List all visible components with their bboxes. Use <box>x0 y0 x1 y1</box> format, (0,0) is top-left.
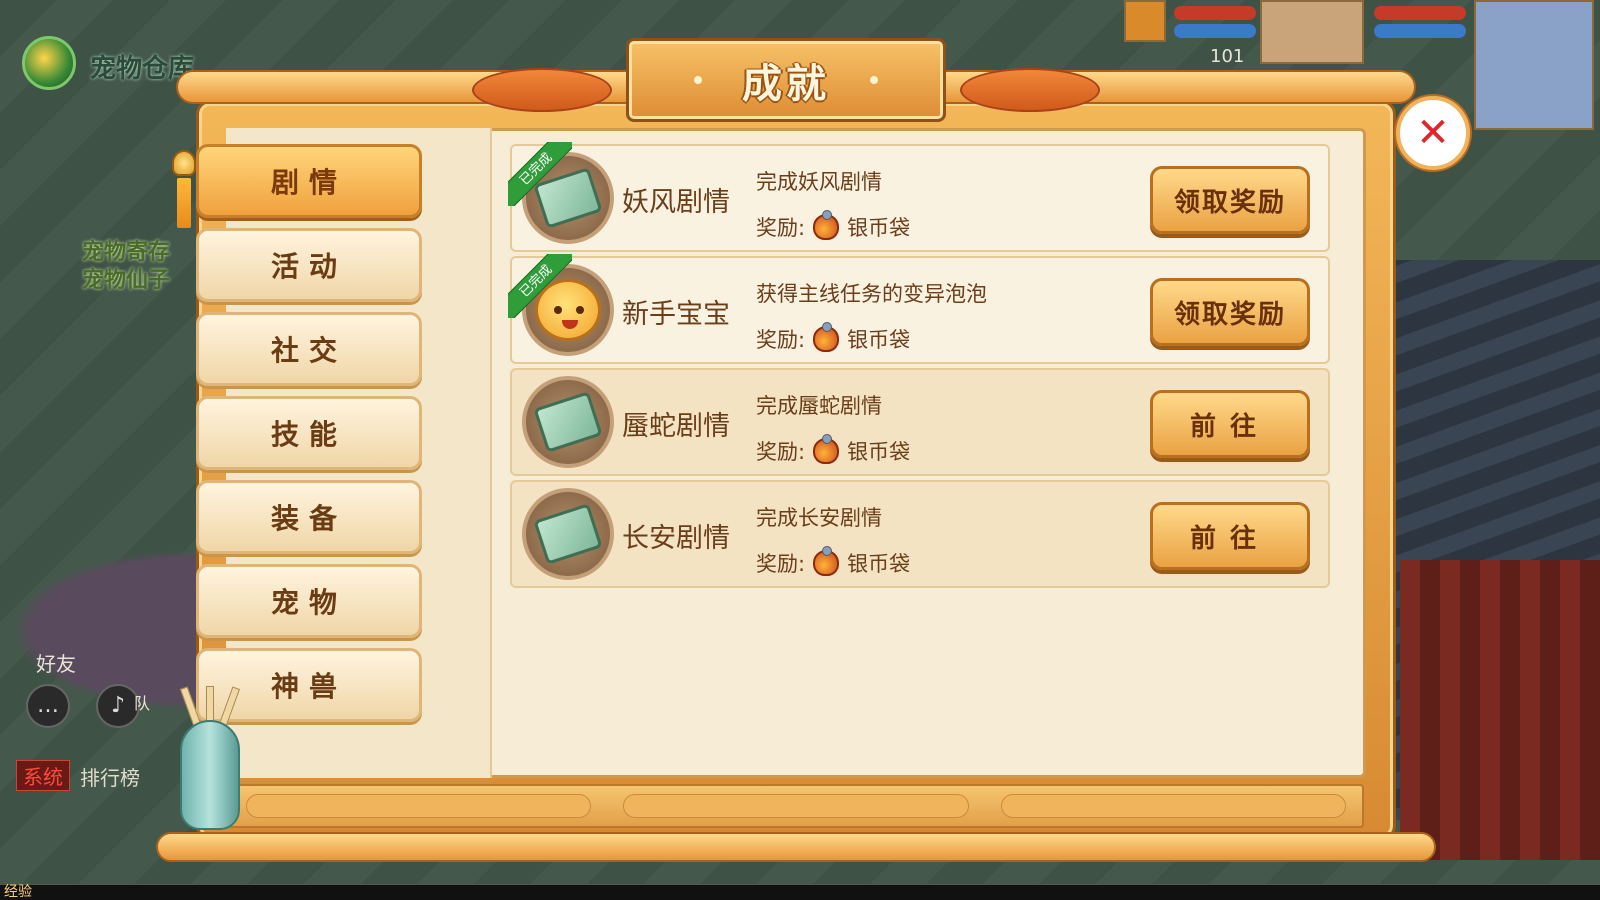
tab-pet[interactable]: 宠物 <box>196 564 422 638</box>
deco-slot <box>246 794 592 818</box>
title-dot <box>870 76 878 84</box>
pet-store-orb-icon[interactable] <box>22 36 76 90</box>
left-ribbon <box>472 68 612 112</box>
achievement-row: 已完成 新手宝宝 获得主线任务的变异泡泡 奖励: 银币袋 领取奖励 <box>508 254 1330 364</box>
go-button[interactable]: 前往 <box>1150 390 1310 458</box>
scroll-icon <box>522 376 614 468</box>
completed-badge: 已完成 <box>508 142 572 206</box>
title-dot <box>694 76 702 84</box>
player-hp-bar <box>1374 6 1466 20</box>
achievement-title: 新手宝宝 <box>622 299 730 330</box>
tab-label: 神兽 <box>270 670 347 703</box>
coin-bag-icon <box>813 210 840 240</box>
rank-label[interactable]: 排行榜 <box>80 762 140 791</box>
reward-item: 银币袋 <box>847 552 911 576</box>
vase-icon <box>180 720 240 830</box>
achievement-reward: 奖励: 银币袋 <box>756 210 911 242</box>
achievement-row: 蜃蛇剧情 完成蜃蛇剧情 奖励: 银币袋 前往 <box>510 368 1330 476</box>
tab-skill[interactable]: 技能 <box>196 396 422 470</box>
achievement-title: 妖风剧情 <box>622 187 730 218</box>
reward-prefix: 奖励: <box>756 440 806 464</box>
chat-bubble-icon[interactable]: … <box>26 684 70 728</box>
right-ribbon <box>960 68 1100 112</box>
reward-item: 银币袋 <box>847 328 911 352</box>
tab-story[interactable]: 剧情 <box>196 144 422 218</box>
tab-label: 社交 <box>270 334 347 367</box>
scene-red-wall <box>1400 560 1600 860</box>
scroll-icon <box>533 391 603 453</box>
team-label: 队 <box>134 694 151 713</box>
coin-bag-icon <box>813 434 840 464</box>
completed-badge-label: 已完成 <box>508 254 572 318</box>
completed-badge: 已完成 <box>508 254 572 318</box>
dialog-title: 成就 <box>742 61 830 107</box>
coin-bag-icon <box>813 546 840 576</box>
achievement-desc: 完成妖风剧情 <box>756 170 882 194</box>
scroll-icon <box>522 488 614 580</box>
scroll-icon <box>533 503 603 565</box>
tab-equipment[interactable]: 装备 <box>196 480 422 554</box>
deco-slot <box>623 794 969 818</box>
pet-mp-bar <box>1174 24 1256 38</box>
friend-label[interactable]: 好友 <box>36 648 76 677</box>
coin-bag-icon <box>813 322 840 352</box>
achievement-reward: 奖励: 银币袋 <box>756 434 911 466</box>
reward-item: 银币袋 <box>847 440 911 464</box>
achievement-desc: 完成长安剧情 <box>756 506 882 530</box>
dialog-bottom-rail <box>156 832 1436 862</box>
go-button[interactable]: 前往 <box>1150 502 1310 570</box>
reward-prefix: 奖励: <box>756 216 806 240</box>
claim-reward-button[interactable]: 领取奖励 <box>1150 278 1310 346</box>
tab-label: 宠物 <box>270 586 347 619</box>
achievement-dialog: 成就 剧情 活动 社交 技能 装备 宠物 神兽 已完成 妖风剧情 完成妖风剧情 … <box>156 38 1470 862</box>
player-portrait[interactable] <box>1474 0 1594 130</box>
tab-label: 技能 <box>270 418 347 451</box>
bell-tassel-icon <box>172 150 196 270</box>
pet-portrait[interactable] <box>1260 0 1364 64</box>
reward-prefix: 奖励: <box>756 328 806 352</box>
exp-label: 经验 <box>4 884 32 900</box>
tassel-cord <box>177 178 191 228</box>
tab-social[interactable]: 社交 <box>196 312 422 386</box>
equip-hud-icon[interactable] <box>1124 0 1166 42</box>
bottom-decoration <box>228 784 1364 828</box>
achievement-reward: 奖励: 银币袋 <box>756 322 911 354</box>
pet-hp-bar <box>1174 6 1256 20</box>
completed-badge-label: 已完成 <box>508 142 572 206</box>
deco-slot <box>1000 794 1346 818</box>
bell-icon <box>172 150 196 176</box>
tab-activity[interactable]: 活动 <box>196 228 422 302</box>
exp-bar: 经验 <box>0 884 1600 900</box>
player-mp-bar <box>1374 24 1466 38</box>
achievement-title: 蜃蛇剧情 <box>622 411 730 442</box>
close-x-icon: ✕ <box>1416 110 1450 156</box>
tab-label: 装备 <box>270 502 347 535</box>
achievement-reward: 奖励: 银币袋 <box>756 546 911 578</box>
title-plaque: 成就 <box>626 38 946 122</box>
achievement-row: 已完成 妖风剧情 完成妖风剧情 奖励: 银币袋 领取奖励 <box>508 142 1330 252</box>
reward-prefix: 奖励: <box>756 552 806 576</box>
achievement-title: 长安剧情 <box>622 523 730 554</box>
claim-reward-button[interactable]: 领取奖励 <box>1150 166 1310 234</box>
achievement-desc: 获得主线任务的变异泡泡 <box>756 282 987 306</box>
npc-name: 宠物仙子 <box>82 268 171 293</box>
tab-label: 活动 <box>270 250 347 283</box>
achievement-row: 长安剧情 完成长安剧情 奖励: 银币袋 前往 <box>510 480 1330 588</box>
tab-label: 剧情 <box>270 166 347 199</box>
achievement-desc: 完成蜃蛇剧情 <box>756 394 882 418</box>
system-tag: 系统 <box>16 760 70 791</box>
reward-item: 银币袋 <box>847 216 911 240</box>
close-button[interactable]: ✕ <box>1396 96 1470 170</box>
